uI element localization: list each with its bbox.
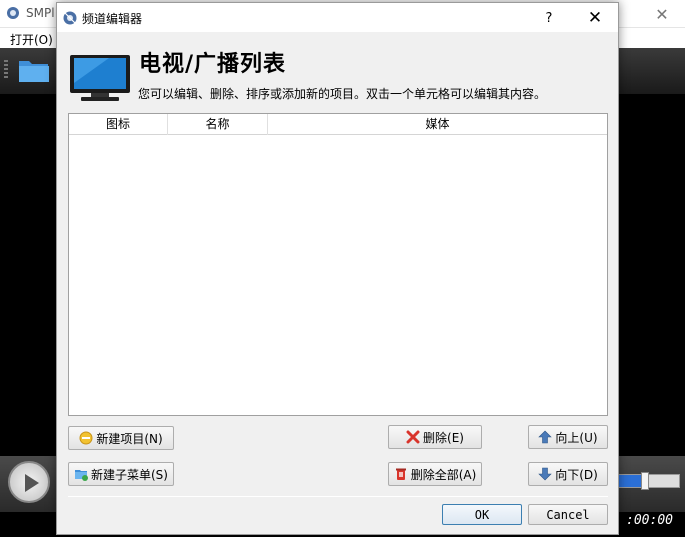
divider: [68, 496, 608, 497]
app-logo-icon: [63, 11, 77, 25]
folder-open-icon[interactable]: [18, 56, 50, 84]
column-header-media[interactable]: 媒体: [268, 114, 607, 135]
menu-open[interactable]: 打开(O): [10, 31, 53, 48]
volume-slider[interactable]: [618, 472, 680, 490]
column-header-icon[interactable]: 图标: [69, 114, 168, 135]
new-item-button[interactable]: 新建项目(N): [68, 426, 174, 450]
ok-button[interactable]: OK: [442, 504, 522, 525]
channel-table[interactable]: 图标 名称 媒体: [68, 113, 608, 416]
toolbar-grip[interactable]: [4, 60, 8, 80]
delete-label: 删除(E): [423, 430, 464, 445]
main-close-button[interactable]: ✕: [648, 3, 676, 25]
new-item-icon: [79, 431, 93, 445]
move-down-button[interactable]: 向下(D): [528, 462, 608, 486]
tv-icon: [70, 55, 130, 101]
new-submenu-button[interactable]: 新建子菜单(S): [68, 462, 174, 486]
delete-button[interactable]: 删除(E): [388, 425, 482, 449]
channel-editor-dialog: 频道编辑器 ? ✕ 电视/广播列表 您可以编辑、删除、排序或添加新的项目。双击一…: [56, 2, 619, 535]
move-up-label: 向上(U): [555, 430, 598, 445]
delete-all-label: 删除全部(A): [410, 467, 477, 482]
page-title: 电视/广播列表: [139, 51, 287, 77]
folder-add-icon: [75, 470, 88, 481]
new-item-label: 新建项目(N): [96, 431, 163, 446]
trash-icon: [395, 468, 406, 480]
main-window-title: SMPl: [26, 6, 55, 20]
delete-x-icon: [406, 430, 420, 444]
play-button[interactable]: [8, 461, 50, 503]
dialog-title: 频道编辑器: [82, 12, 143, 26]
page-description: 您可以编辑、删除、排序或添加新的项目。双击一个单元格可以编辑其内容。: [138, 87, 547, 101]
arrow-up-icon: [538, 430, 553, 444]
dialog-titlebar: 频道编辑器 ? ✕: [57, 3, 618, 32]
new-submenu-label: 新建子菜单(S): [91, 467, 168, 482]
volume-fill: [619, 475, 641, 487]
volume-knob[interactable]: [641, 472, 649, 490]
arrow-down-icon: [538, 467, 552, 481]
move-down-label: 向下(D): [555, 467, 598, 482]
delete-all-button[interactable]: 删除全部(A): [388, 462, 482, 486]
column-header-name[interactable]: 名称: [168, 114, 268, 135]
playback-time: :00:00: [626, 513, 673, 528]
help-button[interactable]: ?: [535, 6, 563, 30]
cancel-button[interactable]: Cancel: [528, 504, 608, 525]
app-logo-icon: [7, 7, 19, 19]
close-button[interactable]: ✕: [581, 6, 609, 30]
table-header: 图标 名称 媒体: [69, 114, 607, 135]
move-up-button[interactable]: 向上(U): [528, 425, 608, 449]
